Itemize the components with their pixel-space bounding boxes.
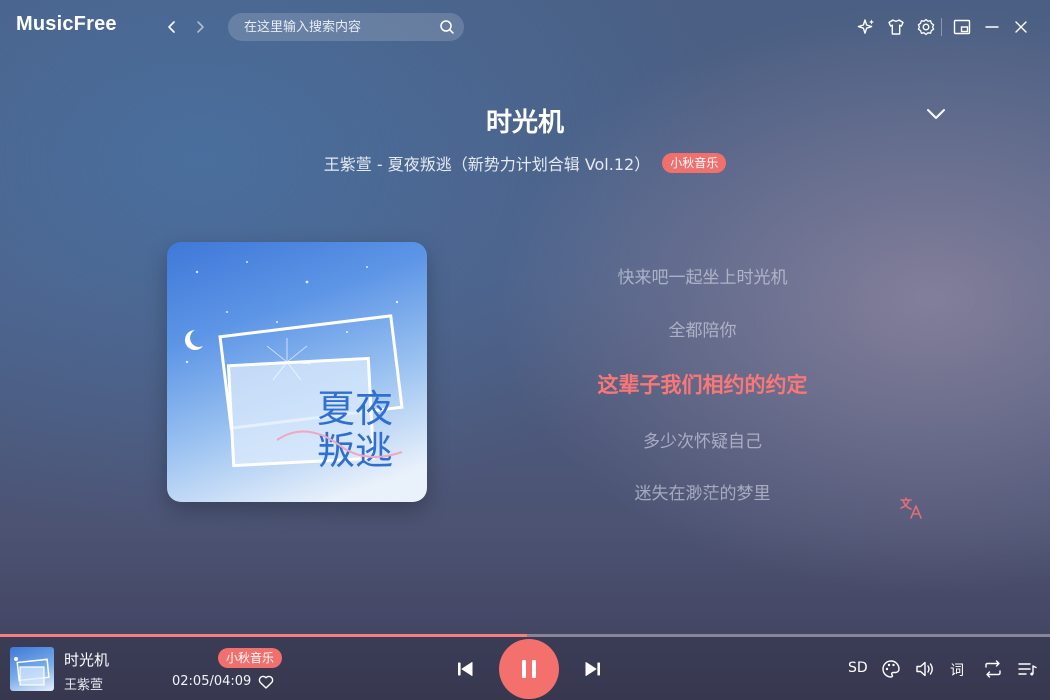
- toolbar-divider: [941, 18, 942, 36]
- album-cover: 夏夜 叛逃: [167, 242, 427, 502]
- album-title-line2: 叛逃: [317, 429, 393, 473]
- palette-icon[interactable]: [880, 658, 902, 680]
- chevron-left-icon[interactable]: [162, 17, 182, 37]
- playlist-icon[interactable]: [1016, 658, 1038, 680]
- lyric-line[interactable]: 全都陪你: [520, 316, 885, 341]
- chevron-right-icon[interactable]: [190, 17, 210, 37]
- song-title: 时光机: [485, 108, 564, 138]
- heart-icon[interactable]: [257, 673, 275, 691]
- player-source-badge[interactable]: 小秋音乐: [218, 648, 283, 668]
- lyric-line[interactable]: 快来吧一起坐上时光机: [520, 263, 885, 288]
- album-title-line1: 夏夜: [317, 387, 393, 431]
- song-subtitle: 王紫萱 - 夏夜叛逃（新势力计划合辑 Vol.12） 小秋音乐: [0, 151, 1050, 175]
- translate-icon[interactable]: [898, 494, 926, 522]
- search-icon[interactable]: [439, 19, 455, 35]
- player-song-title[interactable]: 时光机: [64, 649, 109, 670]
- gear-icon[interactable]: [916, 17, 936, 37]
- picture-in-picture-icon[interactable]: [952, 17, 972, 37]
- player-artist[interactable]: 王紫萱: [64, 674, 103, 693]
- source-badge[interactable]: 小秋音乐: [662, 153, 727, 173]
- search-input[interactable]: [228, 13, 428, 41]
- skip-previous-icon[interactable]: [455, 659, 475, 679]
- search-box: [228, 13, 464, 41]
- sparkle-icon[interactable]: [856, 17, 876, 37]
- lyric-line[interactable]: 迷失在渺茫的梦里: [520, 479, 885, 504]
- playback-time: 02:05/04:09: [172, 674, 252, 689]
- volume-icon[interactable]: [914, 658, 936, 680]
- lyric-line-active[interactable]: 这辈子我们相约的约定: [520, 369, 885, 399]
- repeat-icon[interactable]: [982, 658, 1004, 680]
- chevron-down-icon[interactable]: [924, 102, 948, 126]
- close-icon[interactable]: [1011, 17, 1031, 37]
- lyric-toggle-button[interactable]: 词: [950, 660, 964, 680]
- shirt-icon[interactable]: [886, 17, 906, 37]
- player-bar: 时光机 王紫萱 小秋音乐 02:05/04:09 SD 词: [0, 637, 1050, 700]
- lyric-line[interactable]: 多少次怀疑自己: [520, 427, 885, 452]
- song-artist-album: 王紫萱 - 夏夜叛逃（新势力计划合辑 Vol.12）: [323, 155, 651, 174]
- title-bar: MusicFree: [0, 0, 1050, 54]
- minimize-icon[interactable]: [982, 17, 1002, 37]
- app-logo: MusicFree: [16, 13, 117, 35]
- quality-button[interactable]: SD: [848, 660, 868, 676]
- pause-icon: [522, 660, 536, 678]
- mini-album-cover[interactable]: [10, 647, 54, 691]
- play-pause-button[interactable]: [499, 639, 559, 699]
- skip-next-icon[interactable]: [583, 659, 603, 679]
